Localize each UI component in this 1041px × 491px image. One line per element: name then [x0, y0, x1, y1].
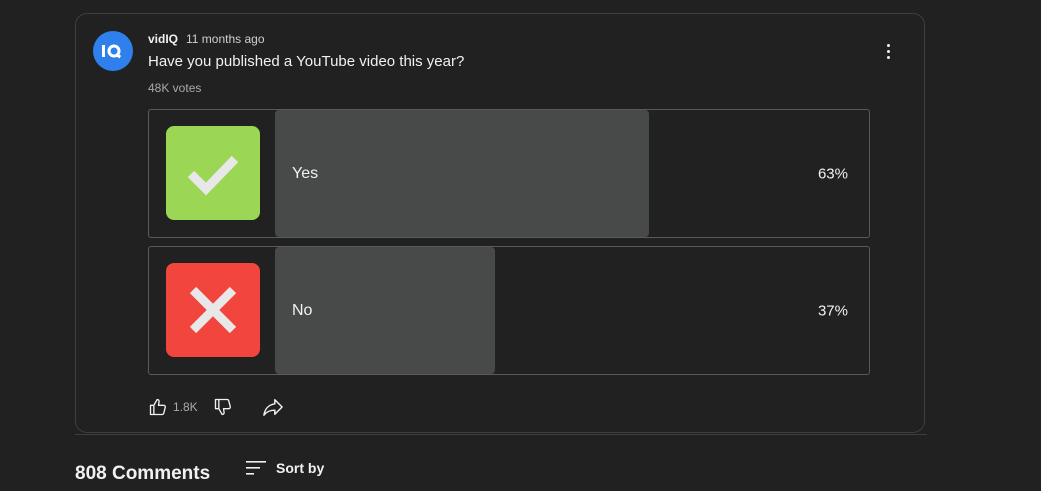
poll-option-percent: 63% — [817, 165, 848, 182]
poll-option-percent: 37% — [817, 302, 848, 319]
like-count: 1.8K — [173, 400, 198, 414]
x-mark-icon — [189, 286, 237, 334]
section-divider — [75, 434, 927, 435]
sort-by-label: Sort by — [276, 460, 325, 476]
channel-name[interactable]: vidIQ — [148, 32, 178, 46]
poll-option-label: Yes — [292, 164, 319, 182]
comments-count: 808 Comments — [75, 463, 211, 484]
post-time[interactable]: 11 months ago — [186, 32, 265, 46]
poll-question: Have you published a YouTube video this … — [148, 53, 465, 70]
share-icon — [262, 399, 283, 416]
checkmark-icon — [187, 155, 239, 196]
vidiq-logo-icon — [102, 44, 122, 59]
share-button[interactable] — [262, 396, 284, 418]
poll-option-image — [166, 126, 260, 220]
poll-option-no[interactable]: No 37% — [148, 246, 870, 375]
channel-avatar[interactable] — [93, 31, 133, 71]
thumbs-down-icon — [214, 398, 231, 416]
vote-count: 48K votes — [148, 81, 202, 95]
sort-icon — [246, 461, 266, 475]
post-actions: 1.8K — [147, 396, 284, 418]
more-vertical-icon[interactable] — [878, 41, 898, 61]
poll-option-image — [166, 263, 260, 357]
dislike-button[interactable] — [212, 396, 234, 418]
poll-option-bar — [275, 110, 649, 237]
community-post: vidIQ 11 months ago Have you published a… — [75, 13, 925, 433]
like-button[interactable] — [147, 396, 169, 418]
sort-by-button[interactable]: Sort by — [246, 460, 324, 476]
poll-option-label: No — [292, 301, 313, 319]
poll-option-yes[interactable]: Yes 63% — [148, 109, 870, 238]
thumbs-up-icon — [149, 398, 166, 416]
